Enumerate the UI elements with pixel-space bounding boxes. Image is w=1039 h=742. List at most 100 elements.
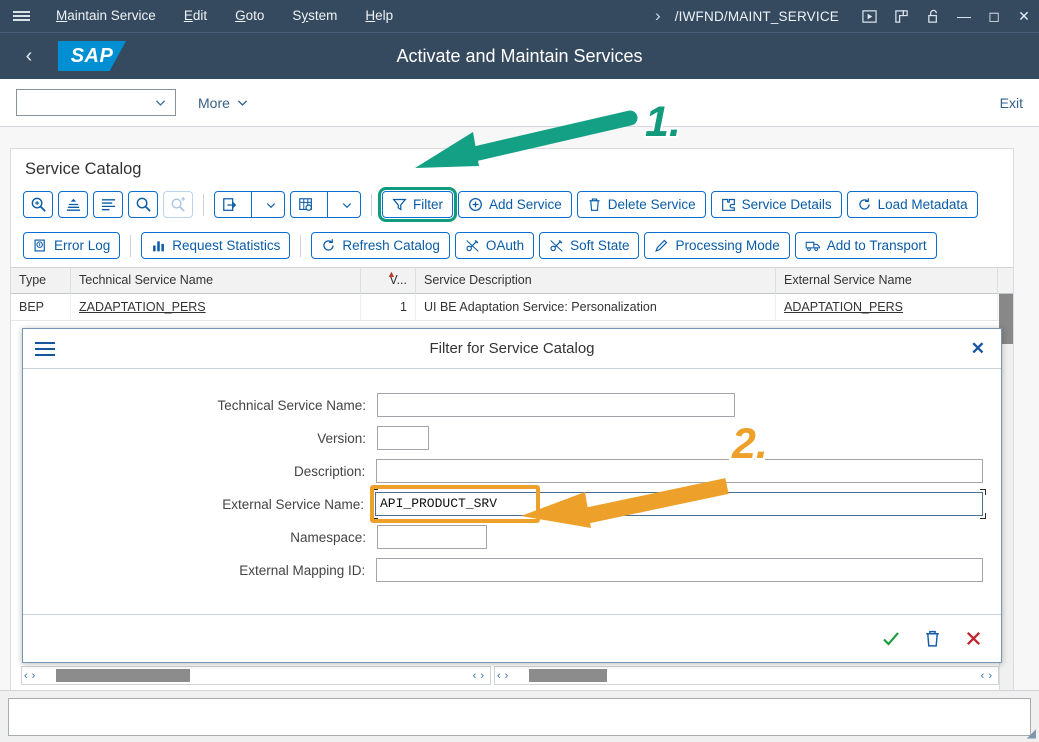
panel-title: Service Catalog — [11, 149, 1013, 188]
maximize-button[interactable]: ◻ — [979, 0, 1009, 32]
main-menu-icon[interactable] — [0, 9, 42, 23]
service-details-button[interactable]: Service Details — [711, 191, 842, 218]
sap-header: ‹ SAP Activate and Maintain Services — [0, 32, 1039, 79]
table-row[interactable]: BEP ZADAPTATION_PERS 1 UI BE Adaptation … — [11, 294, 1013, 321]
toolbar-separator — [130, 235, 131, 257]
error-log-button[interactable]: Error Log — [23, 232, 120, 259]
horizontal-scrollbar-left[interactable]: ‹ › ‹ › — [21, 666, 491, 685]
cell-external-service-name: ADAPTATION_PERS — [776, 294, 998, 321]
menu-item-goto[interactable]: Goto — [221, 0, 278, 32]
column-header-technical-service-name[interactable]: Technical Service Name — [71, 267, 361, 294]
delete-service-button[interactable]: Delete Service — [577, 191, 706, 218]
exit-button[interactable]: Exit — [1000, 95, 1023, 111]
expand-chevron-icon[interactable]: › — [641, 6, 675, 26]
label-technical-service-name: Technical Service Name: — [41, 398, 377, 413]
close-button[interactable]: ✕ — [1009, 0, 1039, 32]
plus-circle-icon — [468, 197, 483, 212]
delete-button[interactable] — [923, 629, 942, 648]
chevron-down-icon — [236, 96, 249, 109]
focus-corner — [372, 489, 378, 495]
table-settings-button[interactable] — [290, 191, 361, 218]
scroll-right-icon[interactable]: › — [30, 670, 38, 682]
dialog-menu-icon[interactable] — [23, 340, 67, 358]
sort-descending-button[interactable] — [93, 191, 123, 218]
sort-ascending-button[interactable] — [58, 191, 88, 218]
cell-type: BEP — [11, 294, 71, 321]
request-statistics-button-label: Request Statistics — [172, 238, 280, 253]
description-input[interactable] — [376, 459, 983, 483]
search-next-button[interactable] — [163, 191, 193, 218]
search-button[interactable] — [128, 191, 158, 218]
column-header-external-service-name[interactable]: External Service Name — [776, 267, 998, 294]
request-statistics-button[interactable]: Request Statistics — [141, 232, 290, 259]
refresh-catalog-button-label: Refresh Catalog — [342, 238, 440, 253]
resize-grip-icon[interactable]: ◢ — [1027, 726, 1036, 740]
technical-service-name-link[interactable]: ZADAPTATION_PERS — [79, 300, 206, 314]
find-icon-button[interactable] — [23, 191, 53, 218]
processing-mode-button[interactable]: Processing Mode — [644, 232, 789, 259]
toolbar-separator — [371, 194, 372, 216]
scroll-left-icon[interactable]: ‹ — [495, 670, 503, 682]
log-icon — [33, 238, 48, 253]
soft-state-button[interactable]: Soft State — [539, 232, 639, 259]
status-message-field[interactable] — [8, 698, 1031, 736]
scroll-right-end-icon[interactable]: › — [986, 670, 994, 682]
back-button[interactable]: ‹ — [0, 45, 58, 68]
scroll-right-icon[interactable]: › — [503, 670, 511, 682]
field-row-version: Version: — [41, 426, 983, 450]
confirm-button[interactable] — [881, 629, 901, 649]
more-label: More — [198, 95, 230, 111]
lock-icon[interactable] — [920, 3, 946, 29]
filter-button[interactable]: Filter — [382, 191, 453, 218]
execute-icon[interactable] — [856, 3, 882, 29]
column-header-service-description[interactable]: Service Description — [416, 267, 776, 294]
menu-item-edit[interactable]: Edit — [170, 0, 221, 32]
toolbar-row-primary: Filter Add Service Delete Service Servic… — [11, 188, 1013, 221]
scrollbar-thumb[interactable] — [56, 669, 190, 682]
service-details-button-label: Service Details — [742, 197, 832, 212]
export-dropdown-chevron-down-icon[interactable] — [258, 192, 284, 217]
horizontal-scrollbar-right[interactable]: ‹ › ‹ › — [494, 666, 999, 685]
scroll-left-end-icon[interactable]: ‹ — [471, 670, 479, 682]
table-header-row: Type Technical Service Name V... Service… — [11, 267, 1013, 294]
menu-item-help[interactable]: Help — [351, 0, 407, 32]
scrollbar-thumb[interactable] — [529, 669, 607, 682]
new-session-icon[interactable] — [888, 3, 914, 29]
scroll-left-icon[interactable]: ‹ — [22, 670, 30, 682]
dialog-title: Filter for Service Catalog — [23, 340, 1001, 357]
version-input[interactable] — [377, 426, 429, 450]
sap-logo: SAP — [58, 41, 126, 71]
minimize-button[interactable]: — — [949, 0, 979, 32]
dialog-footer — [23, 614, 1001, 662]
command-field[interactable] — [16, 89, 176, 116]
menu-item-maintain-service[interactable]: Maintain Service — [42, 0, 170, 32]
scroll-right-end-icon[interactable]: › — [478, 670, 486, 682]
external-service-name-input[interactable]: API_PRODUCT_SRV — [375, 492, 983, 516]
external-mapping-id-input[interactable] — [376, 558, 983, 582]
horizontal-scrollbars: ‹ › ‹ › ‹ › ‹ › — [21, 666, 999, 685]
add-to-transport-button[interactable]: Add to Transport — [795, 232, 937, 259]
more-button[interactable]: More — [198, 95, 249, 111]
cancel-button[interactable] — [964, 629, 983, 648]
refresh-icon — [321, 238, 336, 253]
dialog-close-icon[interactable]: ✕ — [971, 339, 985, 359]
oauth-button[interactable]: OAuth — [455, 232, 534, 259]
menu-item-system[interactable]: System — [278, 0, 351, 32]
export-button[interactable] — [214, 191, 285, 218]
add-service-button[interactable]: Add Service — [458, 191, 572, 218]
table-settings-dropdown-chevron-down-icon[interactable] — [334, 192, 360, 217]
field-row-technical-service-name: Technical Service Name: — [41, 393, 983, 417]
scroll-left-end-icon[interactable]: ‹ — [979, 670, 987, 682]
label-namespace: Namespace: — [41, 530, 377, 545]
column-header-type[interactable]: Type — [11, 267, 71, 294]
split-divider — [251, 192, 252, 217]
truck-icon — [805, 238, 821, 253]
external-service-name-link[interactable]: ADAPTATION_PERS — [784, 300, 903, 314]
load-metadata-button[interactable]: Load Metadata — [847, 191, 978, 218]
technical-service-name-input[interactable] — [377, 393, 735, 417]
toolbar-separator — [203, 194, 204, 216]
page-title: Activate and Maintain Services — [0, 46, 1039, 67]
namespace-input[interactable] — [377, 525, 487, 549]
refresh-catalog-button[interactable]: Refresh Catalog — [311, 232, 450, 259]
label-description: Description: — [41, 464, 376, 479]
